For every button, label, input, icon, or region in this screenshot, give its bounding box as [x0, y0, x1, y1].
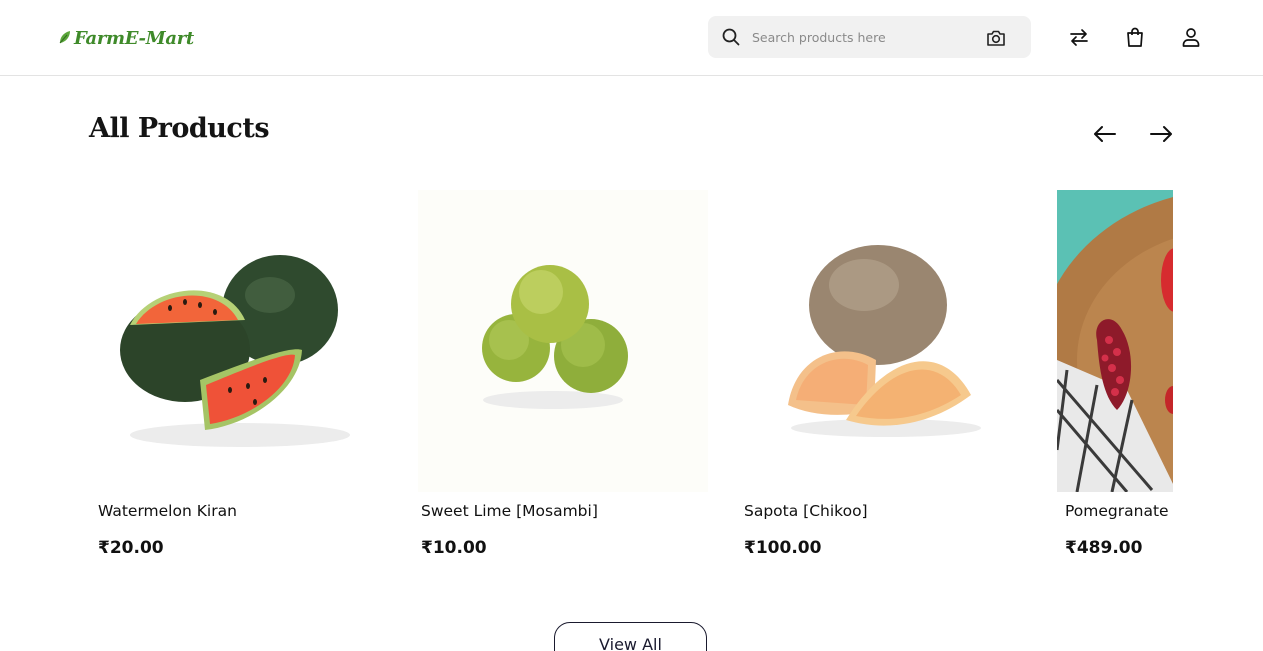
- product-card[interactable]: Sapota [Chikoo] ₹100.00: [736, 190, 1036, 580]
- arrow-right-icon[interactable]: [1148, 122, 1174, 146]
- product-name[interactable]: Sapota [Chikoo]: [744, 502, 868, 520]
- site-header: FarmE-Mart: [0, 0, 1263, 76]
- search-icon[interactable]: [721, 27, 741, 47]
- product-price: ₹489.00: [1065, 538, 1143, 558]
- product-image-watermelon[interactable]: [90, 190, 390, 492]
- product-image-sweet-lime[interactable]: [413, 190, 713, 492]
- user-icon[interactable]: [1180, 26, 1202, 48]
- product-price: ₹20.00: [98, 538, 164, 558]
- product-price: ₹10.00: [421, 538, 487, 558]
- section-title: All Products: [89, 113, 270, 144]
- product-price: ₹100.00: [744, 538, 822, 558]
- search-bar: [708, 16, 1031, 58]
- product-card[interactable]: Pomegranate ₹489.00: [1057, 190, 1173, 580]
- product-name[interactable]: Sweet Lime [Mosambi]: [421, 502, 598, 520]
- view-all-button[interactable]: View All: [554, 622, 707, 651]
- arrow-left-icon[interactable]: [1092, 122, 1118, 146]
- brand-logo[interactable]: FarmE-Mart: [58, 22, 194, 54]
- logo-text: FarmE-Mart: [74, 27, 194, 49]
- shopping-bag-icon[interactable]: [1124, 26, 1146, 48]
- leaf-icon: [59, 31, 70, 44]
- product-name[interactable]: Watermelon Kiran: [98, 502, 237, 520]
- compare-arrows-icon[interactable]: [1068, 26, 1090, 48]
- product-card[interactable]: Watermelon Kiran ₹20.00: [90, 190, 390, 580]
- camera-icon[interactable]: [985, 27, 1007, 49]
- search-input[interactable]: [752, 26, 972, 48]
- product-image-sapota[interactable]: [736, 190, 1036, 492]
- product-name[interactable]: Pomegranate: [1065, 502, 1169, 520]
- product-image-pomegranate[interactable]: [1057, 190, 1173, 492]
- product-card[interactable]: Sweet Lime [Mosambi] ₹10.00: [413, 190, 713, 580]
- product-carousel: Watermelon Kiran ₹20.00 Sweet Lime [Mosa…: [90, 190, 1173, 580]
